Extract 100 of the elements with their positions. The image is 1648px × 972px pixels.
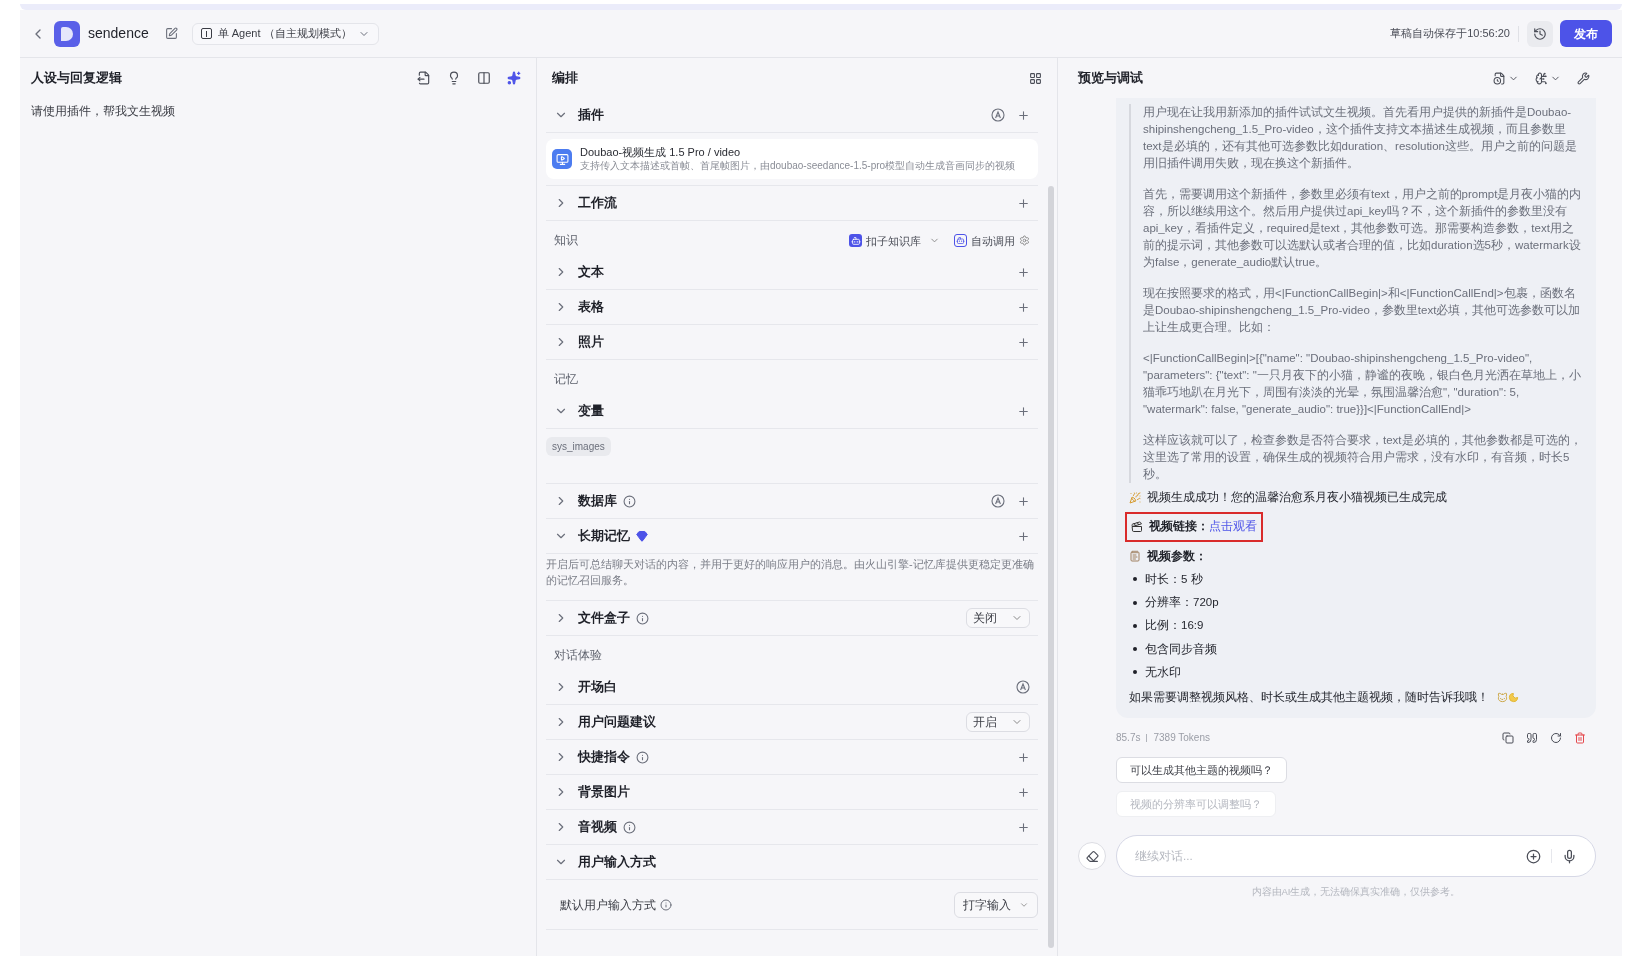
quote-icon[interactable] [1526, 731, 1538, 744]
section-title: 文件盒子 [578, 609, 630, 627]
section-row[interactable]: 快捷指令 [546, 740, 1038, 775]
section-row[interactable]: 开场白 [546, 670, 1038, 705]
reasoning-paragraph: 首先，需要调用这个新插件，参数里必须有text，用户之前的prompt是月夜小猫的内容，所以继续用这个。然后用户提供过api_key吗？不，这个新插件的参数里没有api_key，看插件定义，required是text，其他参数可选。那需要构造参数，text用之前的提示词，其他参数可以选默认或者合理的值，比如duration选5秒，watermark设为false，generate_audio默认true。 [1143, 187, 1583, 270]
param-item: 包含同步音频 [1145, 641, 1217, 657]
section-title: 数据库 [578, 492, 617, 510]
app-name: sendence [88, 24, 149, 43]
section-title: 背景图片 [578, 783, 630, 801]
section-row[interactable]: 表格 [546, 290, 1038, 325]
add-icon[interactable] [1017, 750, 1030, 764]
plugin-description: 支持传入文本描述或首帧、首尾帧图片，由doubao-seedance-1.5-pro模型自动生成音画同步的视频 [580, 159, 1016, 173]
section-row[interactable]: 音视频 [546, 810, 1038, 845]
watch-link[interactable]: 点击观看 [1209, 518, 1257, 536]
suggestion-chip[interactable]: 可以生成其他主题的视频吗？ [1116, 757, 1287, 784]
variable-tag: sys_images [546, 437, 611, 456]
bullet [1133, 577, 1137, 582]
reasoning-paragraph: 这样应该就可以了，检查参数是否符合要求，text是必填的，其他参数都是可选的，这里选了常用的设置，确保生成的视频符合用户需求，没有水印，有音频，时长5秒。 [1143, 433, 1583, 482]
add-icon[interactable] [1017, 108, 1030, 122]
brain-icon[interactable] [1535, 71, 1561, 85]
copy-icon[interactable] [1502, 731, 1514, 744]
app-logo [54, 20, 80, 47]
microphone-icon[interactable] [1562, 848, 1577, 864]
wrench-icon[interactable] [1577, 71, 1590, 85]
section-title: 表格 [578, 298, 604, 316]
bot-icon [954, 234, 967, 248]
add-icon[interactable] [1017, 529, 1030, 543]
section-row[interactable]: 插件 [546, 98, 1038, 133]
section-title: 工作流 [578, 194, 617, 212]
section-row[interactable]: 用户输入方式 [546, 845, 1038, 880]
dropdown[interactable]: 开启 [966, 712, 1030, 732]
section-title: 长期记忆 [578, 527, 630, 545]
section-title: 快捷指令 [578, 748, 630, 766]
bullet [1133, 647, 1137, 652]
section-row[interactable]: 数据库 [546, 484, 1038, 519]
add-icon[interactable] [1017, 335, 1030, 349]
reasoning-paragraph: 现在按照要求的格式，用<|FunctionCallBegin|>和<|FunctionCallEnd|>包裹，函数名是Doubao-shipinshengcheng_1.5_Pro-video，参数里text必填，其他可选参数可以加上让生成更合理。比如： [1143, 286, 1582, 335]
history-file-icon[interactable] [1493, 71, 1519, 85]
add-attachment-icon[interactable] [1526, 848, 1541, 864]
publish-button[interactable]: 发布 [1560, 20, 1612, 47]
section-title: 用户输入方式 [578, 853, 656, 871]
split-view-icon[interactable] [477, 71, 491, 85]
section-row[interactable]: 工作流 [546, 186, 1038, 221]
add-icon[interactable] [1017, 300, 1030, 314]
memory-description: 开启后可总结聊天对话的内容，并用于更好的响应用户的消息。由火山引擎-记忆库提供更稳定更准确的记忆召回服务。 [546, 557, 1035, 588]
section-row[interactable]: 文本 [546, 255, 1038, 290]
add-icon[interactable] [1017, 785, 1030, 799]
add-icon[interactable] [1017, 494, 1030, 508]
reasoning-paragraph: <|FunctionCallBegin|>[{"name": "Doubao-shipinshengcheng_1.5_Pro-video", "parameters": {"text": "一只月夜下的小猫，静谧的夜晚，银白色月光洒在草地上，小猫乖巧地趴在月光下，周围有淡淡的光晕，氛围温馨治愈", "duration": 5, "watermark": false, "generate_audio": true}}]<|FunctionCallEnd|> [1143, 351, 1582, 417]
add-icon[interactable] [1017, 196, 1030, 210]
group-label: 对话体验 [554, 647, 602, 664]
notepad-icon [1129, 550, 1141, 563]
lightbulb-icon[interactable] [447, 71, 461, 85]
section-row[interactable]: 背景图片 [546, 775, 1038, 810]
section-row[interactable]: 照片 [546, 325, 1038, 360]
section-row[interactable]: 文件盒子 关闭 [546, 601, 1038, 636]
clear-context-button[interactable] [1078, 842, 1106, 871]
section-title: 文本 [578, 263, 604, 281]
auto-icon[interactable] [1016, 680, 1030, 694]
add-icon[interactable] [1017, 820, 1030, 834]
autosave-status: 草稿自动保存于10:56:20 [1390, 26, 1510, 42]
panel-title: 人设与回复逻辑 [31, 69, 122, 88]
plugin-card[interactable]: Doubao-视频生成 1.5 Pro / video 支持传入文本描述或首帧、首尾帧图片，由doubao-seedance-1.5-pro模型自动生成音画同步的视频 [546, 139, 1038, 179]
video-icon [552, 149, 572, 169]
group-label: 知识 [554, 232, 578, 249]
plugin-name: Doubao-视频生成 1.5 Pro / video [580, 145, 742, 159]
section-title: 音视频 [578, 818, 617, 836]
chat-input-box[interactable]: 继续对话... [1116, 835, 1596, 878]
link-label: 视频链接： [1149, 519, 1209, 535]
group-label: 记忆 [554, 371, 578, 388]
auto-icon[interactable] [991, 108, 1005, 122]
edit-icon[interactable] [164, 27, 178, 40]
export-icon[interactable] [417, 71, 431, 85]
settings-icon [1019, 235, 1030, 247]
setting-label: 默认用户输入方式 [560, 896, 656, 914]
sparkle-icon[interactable] [507, 71, 521, 85]
history-button[interactable] [1527, 20, 1553, 47]
auto-icon[interactable] [991, 494, 1005, 508]
regenerate-icon[interactable] [1550, 731, 1562, 744]
section-title: 插件 [578, 106, 604, 124]
party-popper-icon [1129, 491, 1141, 504]
clapperboard-icon [1131, 520, 1143, 533]
grid-icon[interactable] [1029, 71, 1042, 85]
dropdown[interactable]: 关闭 [966, 608, 1030, 628]
add-icon[interactable] [1017, 265, 1030, 279]
section-title: 变量 [578, 402, 604, 420]
delete-icon[interactable] [1574, 731, 1586, 744]
params-title: 视频参数： [1147, 548, 1207, 564]
param-item: 无水印 [1145, 664, 1181, 680]
add-icon[interactable] [1017, 404, 1030, 418]
knowledge-source-dropdown[interactable]: 扣子知识库 [849, 232, 940, 249]
mode-dropdown[interactable]: 单 Agent （自主规划模式） [191, 22, 379, 45]
dropdown[interactable]: 打字输入 [954, 891, 1038, 918]
auto-call-setting[interactable]: 自动调用 [954, 232, 1030, 249]
param-item: 时长：5 秒 [1145, 571, 1203, 587]
section-row[interactable]: 变量 [546, 394, 1038, 429]
chat-input-field[interactable]: 继续对话... [1135, 847, 1526, 865]
section-row[interactable]: 长期记忆 [546, 519, 1038, 554]
section-row[interactable]: 用户问题建议 开启 [546, 705, 1038, 740]
prompt-text: 请使用插件，帮我文生视频 [31, 103, 176, 120]
